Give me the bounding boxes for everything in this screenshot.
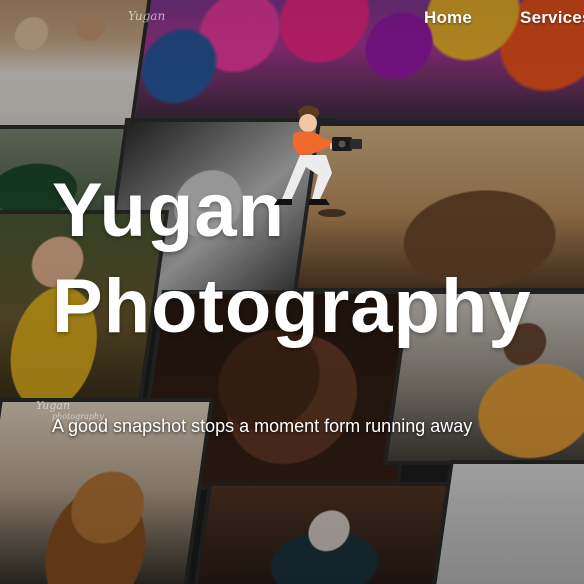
- photographer-illustration: [274, 105, 362, 217]
- brand-logo[interactable]: Yugan: [128, 8, 188, 24]
- hero-section: Yugan Home Services Yugan Photography: [0, 0, 584, 584]
- nav-services-link[interactable]: Services: [520, 8, 584, 28]
- camera-icon: [332, 137, 362, 151]
- hero-title-line2: Photography: [52, 263, 532, 349]
- hero-tagline: A good snapshot stops a moment form runn…: [52, 416, 473, 436]
- photo-grey: [430, 460, 584, 584]
- top-navbar: Yugan Home Services: [0, 0, 584, 40]
- nav-menu: Home Services: [424, 8, 584, 28]
- photo-newborn: [191, 482, 464, 584]
- watermark-main: Yugan: [36, 399, 71, 412]
- nav-home-link[interactable]: Home: [424, 8, 472, 28]
